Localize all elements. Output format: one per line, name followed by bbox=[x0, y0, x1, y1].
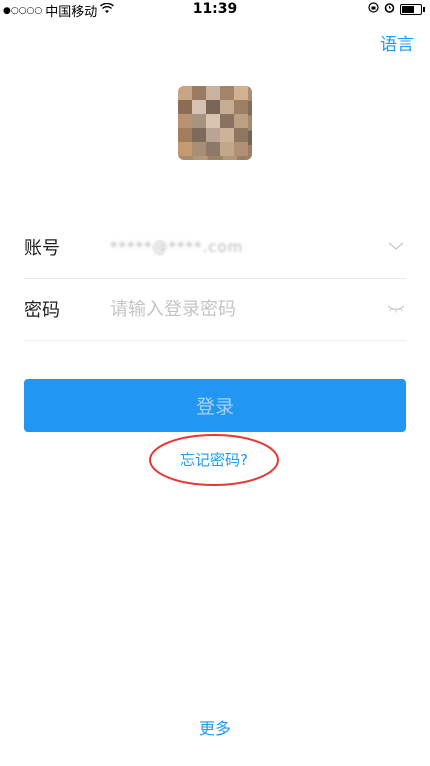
status-bar-right bbox=[368, 2, 425, 16]
eye-closed-icon[interactable] bbox=[386, 300, 406, 316]
orientation-lock-icon bbox=[368, 2, 379, 16]
password-label: 密码 bbox=[24, 300, 60, 321]
login-button[interactable]: 登录 bbox=[24, 379, 406, 432]
user-avatar bbox=[178, 86, 252, 160]
language-link[interactable]: 语言 bbox=[380, 30, 414, 55]
account-field[interactable]: *****@****.com bbox=[110, 238, 243, 256]
account-row[interactable]: 账号 *****@****.com bbox=[24, 216, 406, 279]
more-link[interactable]: 更多 bbox=[0, 715, 430, 739]
status-time: 11:39 bbox=[192, 1, 238, 17]
forgot-password-area: 忘记密码? bbox=[148, 432, 280, 488]
password-row[interactable]: 密码 bbox=[24, 278, 406, 341]
alarm-icon bbox=[384, 2, 395, 16]
chevron-down-icon[interactable] bbox=[386, 238, 406, 254]
forgot-password-link[interactable]: 忘记密码? bbox=[148, 449, 280, 470]
status-bar: ●○○○○ 中国移动 11:39 bbox=[0, 0, 430, 20]
battery-icon bbox=[400, 3, 425, 15]
account-label: 账号 bbox=[24, 238, 60, 259]
password-input[interactable] bbox=[110, 298, 406, 320]
